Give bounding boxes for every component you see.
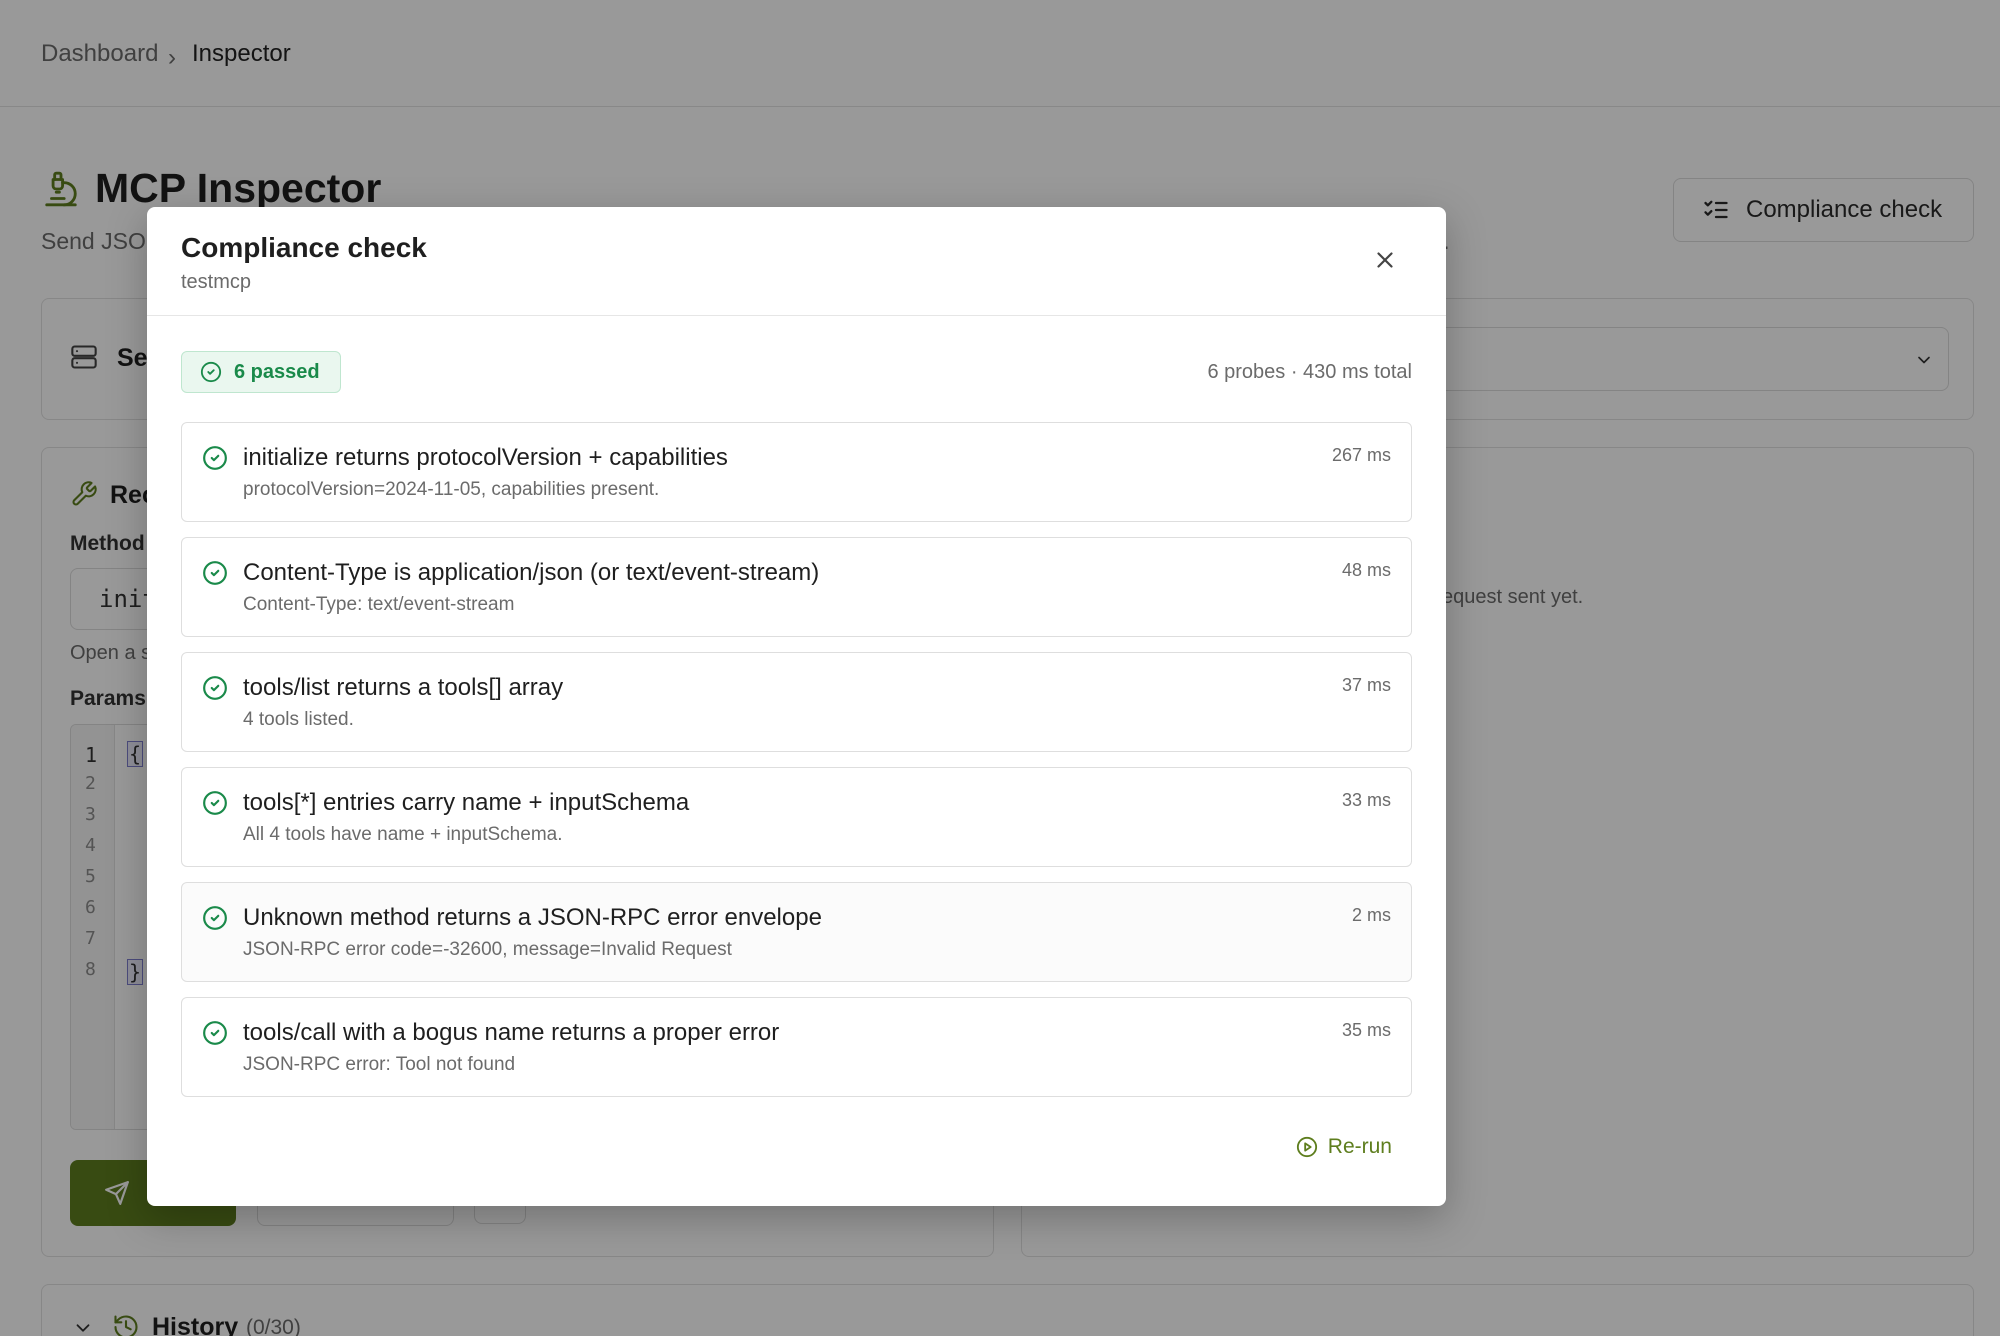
probe-title: Unknown method returns a JSON-RPC error … xyxy=(243,904,822,931)
probe-time: 35 ms xyxy=(1341,1020,1391,1040)
probe-detail: JSON-RPC error: Tool not found xyxy=(243,1054,516,1075)
check-circle-icon xyxy=(203,791,227,815)
probe-time: 267 ms xyxy=(1331,445,1391,465)
probe-time: 37 ms xyxy=(1341,675,1391,695)
play-circle-icon xyxy=(1296,1136,1317,1158)
dialog-subtitle: testmcp xyxy=(181,271,252,293)
probe-time: 33 ms xyxy=(1341,790,1391,810)
probe-title: tools[*] entries carry name + inputSchem… xyxy=(243,789,690,816)
probe-time: 2 ms xyxy=(1351,905,1391,925)
probe-row: Content-Type is application/json (or tex… xyxy=(181,537,1412,637)
probe-detail: All 4 tools have name + inputSchema. xyxy=(243,824,563,845)
check-circle-icon xyxy=(203,676,227,700)
compliance-check-dialog: Compliance check testmcp 6 passed 6 prob… xyxy=(147,207,1446,1206)
check-circle-icon xyxy=(203,446,227,470)
probe-title: Content-Type is application/json (or tex… xyxy=(243,559,820,586)
probe-detail: 4 tools listed. xyxy=(243,709,354,730)
probe-time: 48 ms xyxy=(1341,560,1391,580)
check-circle-icon xyxy=(203,906,227,930)
probe-row: initialize returns protocolVersion + cap… xyxy=(181,422,1412,522)
dialog-header: Compliance check testmcp xyxy=(147,207,1446,316)
rerun-label: Re-run xyxy=(1327,1135,1392,1158)
probe-title: initialize returns protocolVersion + cap… xyxy=(243,444,728,471)
probe-row: Unknown method returns a JSON-RPC error … xyxy=(181,882,1412,982)
probe-detail: protocolVersion=2024-11-05, capabilities… xyxy=(243,479,660,500)
check-circle-icon xyxy=(203,561,227,585)
probe-title: tools/list returns a tools[] array xyxy=(243,674,564,701)
close-icon[interactable] xyxy=(1372,247,1398,273)
probe-title: tools/call with a bogus name returns a p… xyxy=(243,1019,780,1046)
probe-detail: JSON-RPC error code=-32600, message=Inva… xyxy=(243,939,732,960)
probe-row: tools[*] entries carry name + inputSchem… xyxy=(181,767,1412,867)
dialog-title: Compliance check xyxy=(181,232,427,263)
rerun-button[interactable]: Re-run xyxy=(1296,1135,1392,1159)
probe-row: tools/list returns a tools[] array 4 too… xyxy=(181,652,1412,752)
passed-badge-label: 6 passed xyxy=(234,360,320,383)
probe-detail: Content-Type: text/event-stream xyxy=(243,594,515,615)
check-circle-icon xyxy=(203,1021,227,1045)
probe-summary: 6 probes · 430 ms total xyxy=(1207,361,1412,383)
probe-row: tools/call with a bogus name returns a p… xyxy=(181,997,1412,1097)
passed-badge: 6 passed xyxy=(181,351,341,393)
check-circle-icon xyxy=(200,361,222,383)
